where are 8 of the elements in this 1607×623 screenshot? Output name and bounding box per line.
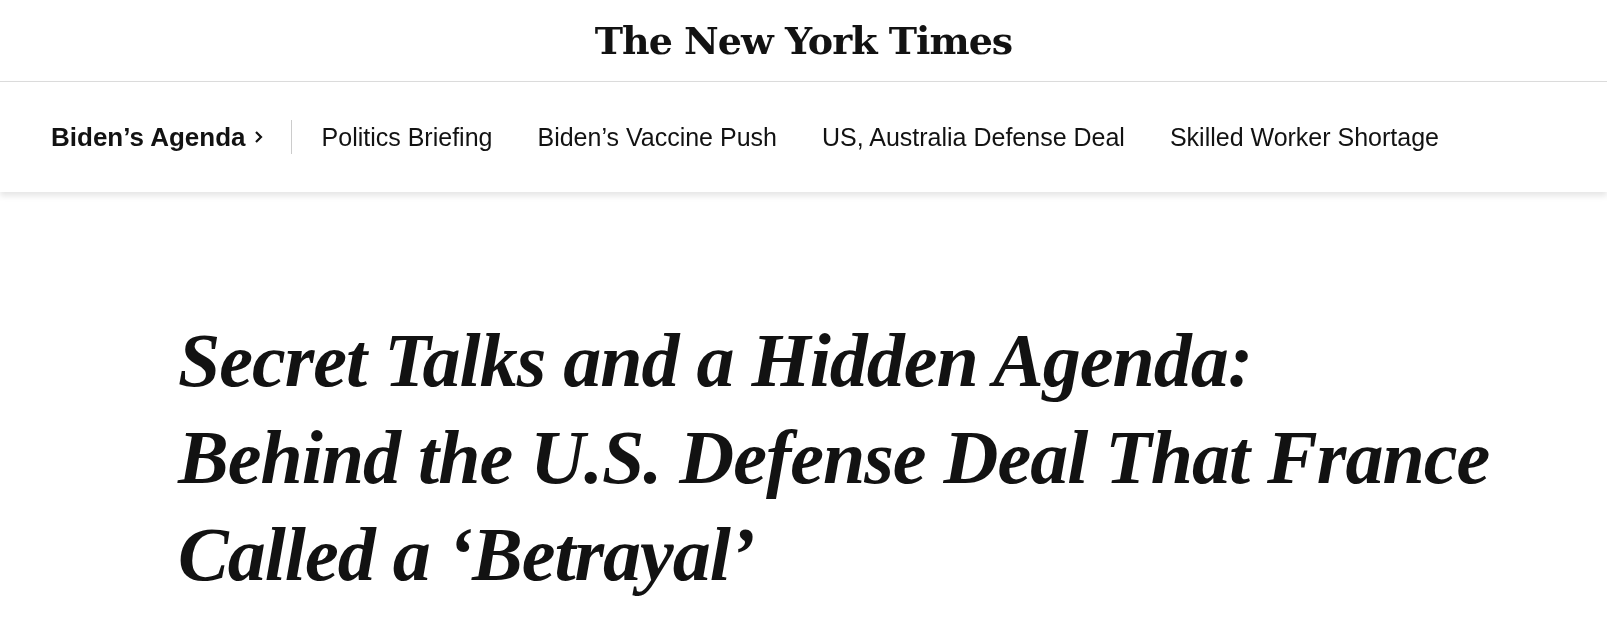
article-headline: Secret Talks and a Hidden Agenda: Behind the U.S. Defense Deal That France Called a ‘Betrayal’ [176,317,1490,598]
nav-link[interactable]: Politics Briefing [321,122,493,152]
nav-link[interactable]: Skilled Worker Shortage [1169,122,1439,152]
nav-link[interactable]: US, Australia Defense Deal [821,122,1125,152]
site-logo[interactable]: The New York Times [594,18,1013,63]
nav-link[interactable]: Biden’s Vaccine Push [537,122,777,152]
section-link[interactable]: Biden’s Agenda [51,121,263,153]
chevron-icon [253,130,263,144]
